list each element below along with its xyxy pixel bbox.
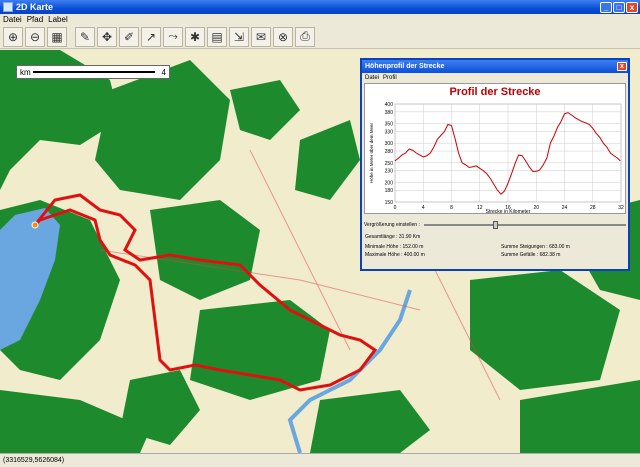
dialog-menu-datei[interactable]: Datei — [365, 75, 379, 81]
x-axis-label: Strecke in Kilometer — [486, 209, 531, 215]
y-tick-label: 180 — [385, 188, 394, 194]
menu-pfad[interactable]: Pfad — [27, 15, 43, 24]
pin-icon[interactable]: ✎ — [75, 26, 95, 47]
zoom-slider[interactable] — [423, 221, 626, 229]
close-button[interactable]: x — [626, 1, 638, 13]
dialog-title: Höhenprofil der Strecke — [365, 63, 445, 70]
slider-label: Vergrößerung einstellen : — [364, 222, 420, 228]
y-axis-label: Höhe in Meter über dem Meer — [369, 122, 374, 183]
draw-point-icon[interactable]: ✐ — [119, 26, 139, 47]
y-tick-label: 380 — [385, 110, 394, 116]
y-tick-label: 400 — [385, 102, 394, 108]
profile-dialog: Höhenprofil der Strecke x Datei Profil P… — [360, 58, 630, 271]
scale-bar: km 4 — [16, 65, 170, 79]
chart-title: Profil der Strecke — [449, 86, 541, 98]
dialog-menu-profil[interactable]: Profil — [383, 75, 397, 81]
dialog-title-bar: Höhenprofil der Strecke x — [362, 60, 628, 73]
profile-icon[interactable]: ▤ — [207, 26, 227, 47]
print-icon[interactable]: ⎙ — [295, 26, 315, 47]
menu-bar: Datei Pfad Label — [0, 14, 640, 25]
descents: Summe Gefälle : 682.38 m — [501, 252, 561, 258]
total-length: Gesamtlänge : 31.90 Km — [365, 234, 421, 240]
x-tick-label: 0 — [394, 205, 397, 211]
zoom-slider-row: Vergrößerung einstellen : — [364, 220, 626, 230]
x-tick-label: 4 — [422, 205, 425, 211]
y-tick-label: 280 — [385, 149, 394, 155]
y-tick-label: 150 — [385, 200, 394, 206]
y-tick-label: 330 — [385, 129, 394, 135]
measure-icon[interactable]: ⤳ — [163, 26, 183, 47]
cancel-icon[interactable]: ⊗ — [273, 26, 293, 47]
x-tick-label: 8 — [450, 205, 453, 211]
max-height: Maximale Höhe : 400.00 m — [365, 252, 425, 258]
x-tick-label: 32 — [618, 205, 624, 211]
zoom-out-icon[interactable]: ⊖ — [25, 26, 45, 47]
y-tick-label: 350 — [385, 122, 394, 128]
zoom-in-icon[interactable]: ⊕ — [3, 26, 23, 47]
y-tick-label: 300 — [385, 141, 394, 147]
draw-line-icon[interactable]: ↗ — [141, 26, 161, 47]
min-height: Minimale Höhe : 152.00 m — [365, 244, 424, 250]
dialog-close-button[interactable]: x — [617, 62, 627, 71]
scale-line — [33, 71, 155, 73]
x-tick-label: 24 — [562, 205, 568, 211]
menu-datei[interactable]: Datei — [3, 15, 22, 24]
dialog-menu: Datei Profil — [362, 73, 628, 82]
menu-label[interactable]: Label — [48, 15, 68, 24]
ascents: Summe Steigungen : 683.00 m — [501, 244, 570, 250]
x-tick-label: 12 — [477, 205, 483, 211]
x-tick-label: 28 — [590, 205, 596, 211]
zoom-all-icon[interactable]: ▦ — [47, 26, 67, 47]
scale-unit: km — [20, 68, 31, 77]
elevation-chart: 1501802002302502803003303503804000 4 8 12 16… — [369, 102, 624, 215]
y-tick-label: 250 — [385, 161, 394, 167]
pan-icon[interactable]: ✥ — [97, 26, 117, 47]
maximize-button[interactable]: □ — [613, 1, 625, 13]
scale-value: 4 — [161, 68, 166, 77]
minimize-button[interactable]: _ — [600, 1, 612, 13]
close-path-icon[interactable]: ✱ — [185, 26, 205, 47]
chart-area: Profil der Strecke 150 180 200 230 250 280 300… — [364, 83, 626, 215]
app-icon — [3, 2, 13, 12]
save-icon[interactable]: ✉ — [251, 26, 271, 47]
coordinate-readout: (3316529,5626084) — [3, 457, 65, 464]
toolbar: ⊕ ⊖ ▦ ✎ ✥ ✐ ↗ ⤳ ✱ ▤ ⇲ ✉ ⊗ ⎙ — [0, 25, 640, 49]
y-tick-label: 230 — [385, 169, 394, 175]
slider-thumb[interactable] — [492, 221, 498, 229]
window-title: 2D Karte — [16, 2, 54, 12]
x-tick-label: 20 — [533, 205, 539, 211]
y-tick-label: 200 — [385, 180, 394, 186]
status-bar: (3316529,5626084) — [0, 453, 640, 467]
title-bar: 2D Karte _ □ x — [0, 0, 640, 14]
export-icon[interactable]: ⇲ — [229, 26, 249, 47]
